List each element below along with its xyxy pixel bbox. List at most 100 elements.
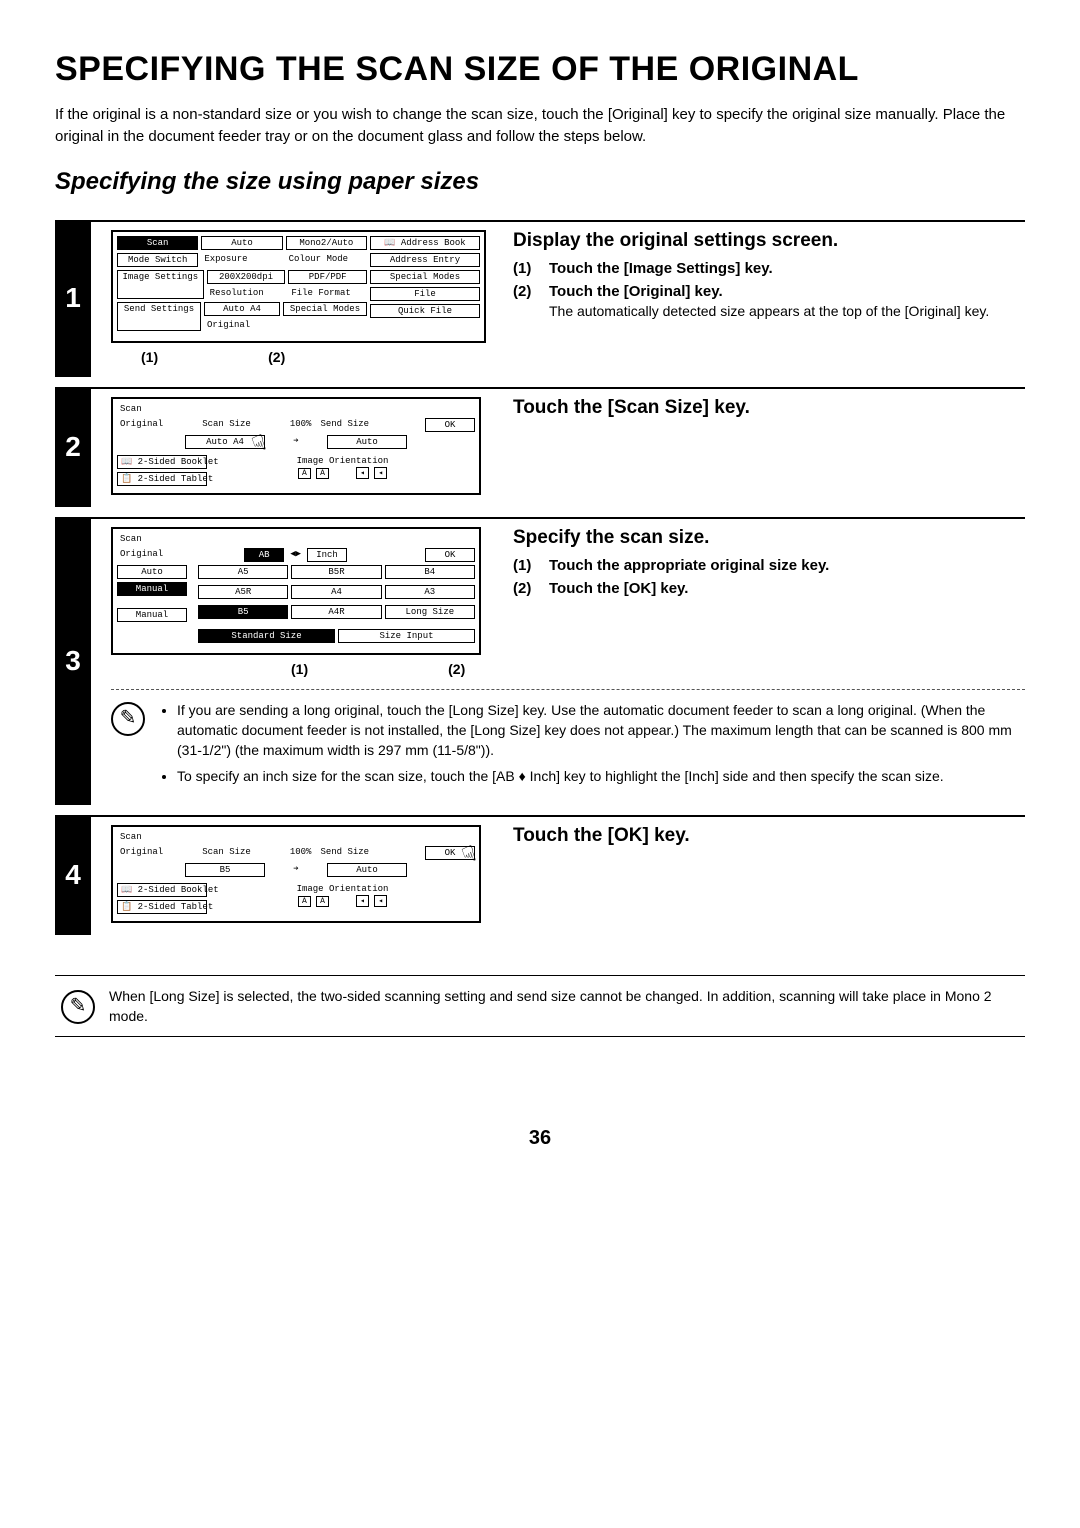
two-sided-booklet-button[interactable]: 📖 2-Sided Booklet: [117, 455, 207, 469]
original-label: Original: [204, 319, 280, 331]
callout-2: (2): [448, 661, 465, 677]
step3-sub2-num: (2): [513, 580, 539, 597]
special-modes-button[interactable]: Special Modes: [283, 302, 367, 316]
step-number: 1: [55, 220, 91, 377]
pencil-note-icon: ✎: [111, 702, 145, 736]
mode-switch-button[interactable]: Mode Switch: [117, 253, 198, 267]
step-number: 4: [55, 815, 91, 935]
section-subtitle: Specifying the size using paper sizes: [55, 168, 1025, 196]
original-label: Original: [117, 548, 166, 562]
callout-1: (1): [291, 661, 308, 677]
step1-sub2-num: (2): [513, 283, 539, 322]
step-number: 3: [55, 517, 91, 805]
scan-size-label: Scan Size: [199, 418, 254, 432]
orientation-icon[interactable]: A: [298, 468, 311, 479]
ok-button[interactable]: OK: [425, 548, 475, 562]
pct-label: 100%: [287, 418, 315, 432]
ui-panel-step2: Scan Original Scan Size 100% Send Size O…: [111, 397, 481, 495]
inch-tab[interactable]: Inch: [307, 548, 347, 562]
auto-tab[interactable]: Auto: [117, 565, 187, 579]
scan-size-value[interactable]: B5: [185, 863, 265, 877]
original-value[interactable]: Auto A4: [204, 302, 280, 316]
standard-size-tab[interactable]: Standard Size: [198, 629, 335, 643]
step3-sub1-text: Touch the appropriate original size key.: [549, 557, 829, 574]
size-input-tab[interactable]: Size Input: [338, 629, 475, 643]
step3-note1: If you are sending a long original, touc…: [177, 700, 1025, 761]
ui-panel-step3: Scan Original AB ◀▶ Inch OK: [111, 527, 481, 655]
ab-tab[interactable]: AB: [244, 548, 284, 562]
callout-1: (1): [141, 349, 158, 365]
step1-subnote: The automatically detected size appears …: [549, 302, 989, 322]
step1-title: Display the original settings screen.: [513, 230, 1025, 252]
scan-size-label: Scan Size: [199, 846, 254, 860]
orientation-icon[interactable]: A: [298, 896, 311, 907]
size-a4[interactable]: A4: [291, 585, 381, 599]
page-title: SPECIFYING THE SCAN SIZE OF THE ORIGINAL: [55, 50, 1025, 89]
two-sided-tablet-button[interactable]: 📋 2-Sided Tablet: [117, 472, 207, 486]
exposure-label: Exposure: [201, 253, 282, 265]
size-b5[interactable]: B5: [198, 605, 288, 619]
fileformat-value[interactable]: PDF/PDF: [288, 270, 367, 284]
ok-button[interactable]: OK: [425, 846, 475, 860]
orientation-icon[interactable]: A: [316, 896, 329, 907]
file-button[interactable]: File: [370, 287, 480, 301]
arrow-icon: ➔: [268, 863, 324, 877]
ui-panel-step4: Scan Original Scan Size 100% Send Size O…: [111, 825, 481, 923]
intro-paragraph: If the original is a non-standard size o…: [55, 104, 1025, 148]
special-modes-side-button[interactable]: Special Modes: [370, 270, 480, 284]
step1-sub1-num: (1): [513, 260, 539, 277]
size-b4[interactable]: B4: [385, 565, 475, 579]
send-size-button[interactable]: Auto: [327, 435, 407, 449]
size-a3[interactable]: A3: [385, 585, 475, 599]
image-settings-button[interactable]: Image Settings: [117, 270, 204, 299]
size-b5r[interactable]: B5R: [291, 565, 381, 579]
page-number: 36: [55, 1127, 1025, 1150]
callout-2: (2): [268, 349, 285, 365]
resolution-value[interactable]: 200X200dpi: [207, 270, 286, 284]
scan-label: Scan: [117, 403, 145, 415]
manual-tab[interactable]: Manual: [117, 582, 187, 596]
orientation-icon[interactable]: ◂: [374, 467, 387, 479]
footnote-text: When [Long Size] is selected, the two-si…: [109, 986, 1019, 1027]
ok-button[interactable]: OK: [425, 418, 475, 432]
step2-title: Touch the [Scan Size] key.: [513, 397, 1025, 419]
fileformat-label: File Format: [288, 287, 367, 299]
send-size-label: Send Size: [317, 846, 372, 860]
orientation-icon[interactable]: ◂: [374, 895, 387, 907]
step3-note2: To specify an inch size for the scan siz…: [177, 766, 1025, 786]
size-long[interactable]: Long Size: [385, 605, 475, 619]
scan-header: Scan: [117, 236, 198, 250]
pencil-note-icon: ✎: [61, 990, 95, 1024]
size-a4r[interactable]: A4R: [291, 605, 381, 619]
ab-inch-arrows-icon: ◀▶: [287, 548, 304, 562]
colour-mono[interactable]: Mono2/Auto: [286, 236, 367, 250]
send-settings-button[interactable]: Send Settings: [117, 302, 201, 331]
manual-button[interactable]: Manual: [117, 608, 187, 622]
send-size-value[interactable]: Auto: [327, 863, 407, 877]
two-sided-tablet-button[interactable]: 📋 2-Sided Tablet: [117, 900, 207, 914]
divider: [111, 689, 1025, 690]
address-entry-button[interactable]: Address Entry: [370, 253, 480, 267]
size-a5r[interactable]: A5R: [198, 585, 288, 599]
step4-title: Touch the [OK] key.: [513, 825, 1025, 847]
scan-label: Scan: [117, 831, 145, 843]
send-size-label: Send Size: [317, 418, 372, 432]
colour-label: Colour Mode: [286, 253, 367, 265]
orientation-icon[interactable]: ◂: [356, 467, 369, 479]
quick-file-button[interactable]: Quick File: [370, 304, 480, 318]
step-number: 2: [55, 387, 91, 507]
image-orientation-label: Image Orientation: [210, 455, 475, 467]
step3-sub2-text: Touch the [OK] key.: [549, 580, 688, 597]
scan-size-button[interactable]: Auto A4: [185, 435, 265, 449]
orientation-icon[interactable]: A: [316, 468, 329, 479]
exposure-auto[interactable]: Auto: [201, 236, 282, 250]
step3-sub1-num: (1): [513, 557, 539, 574]
two-sided-booklet-button[interactable]: 📖 2-Sided Booklet: [117, 883, 207, 897]
original-label: Original: [117, 846, 166, 860]
address-book-button[interactable]: 📖 Address Book: [370, 236, 480, 250]
size-a5[interactable]: A5: [198, 565, 288, 579]
arrow-icon: ➔: [268, 435, 324, 449]
ui-panel-step1: Scan Mode Switch Auto Exposure Mono2/Aut…: [111, 230, 486, 343]
original-label: Original: [117, 418, 166, 432]
orientation-icon[interactable]: ◂: [356, 895, 369, 907]
